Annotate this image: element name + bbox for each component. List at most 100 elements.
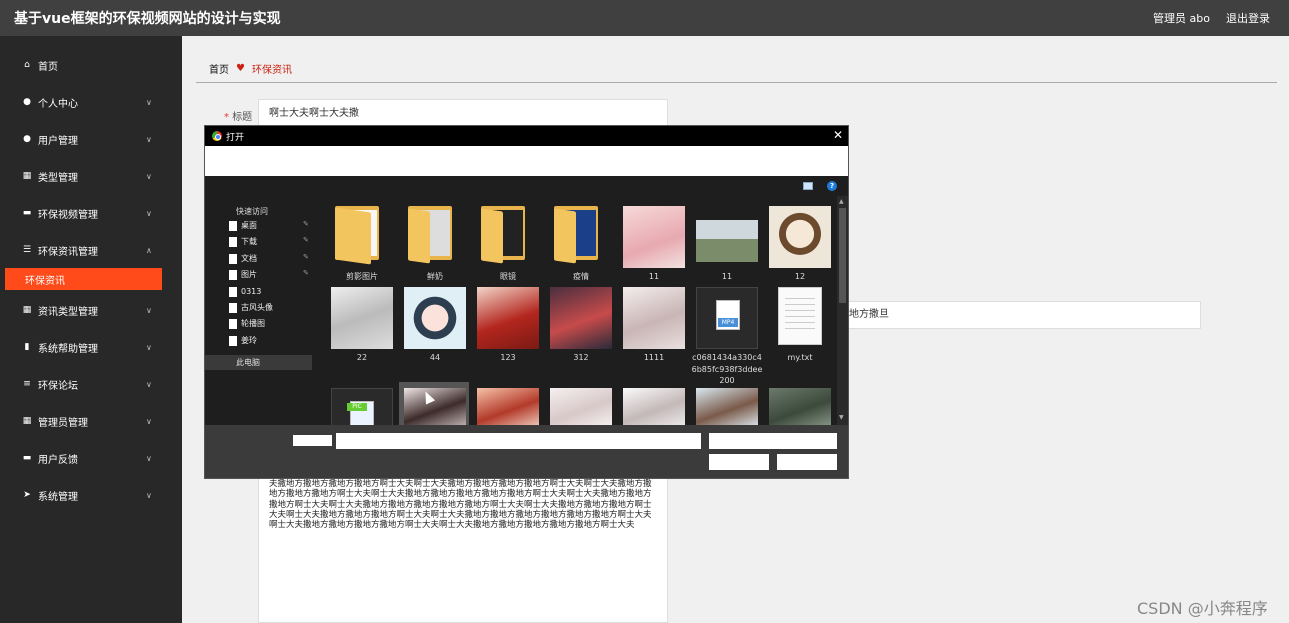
sidebar-item-videos[interactable]: ▬ 环保视频管理 ∨ (0, 201, 182, 225)
image-thumbnail (623, 206, 685, 268)
sidebar-item-forum[interactable]: ≡ 环保论坛 ∨ (0, 372, 182, 396)
nav-item[interactable]: 0313 (229, 286, 311, 298)
open-button[interactable] (709, 454, 769, 470)
file-tile[interactable]: 12 (764, 200, 834, 281)
grid-icon: ▦ (22, 305, 32, 315)
file-tile[interactable]: 22 (326, 281, 396, 362)
title-label: * 标题 (224, 112, 253, 123)
image-thumbnail (477, 388, 539, 425)
text-file-icon (778, 287, 822, 345)
sidebar-item-system[interactable]: ➤ 系统管理 ∨ (0, 483, 182, 507)
sidebar-item-news-types[interactable]: ▦ 资讯类型管理 ∨ (0, 298, 182, 322)
dialog-footer (205, 425, 848, 478)
file-tile[interactable]: 鲜奶 (399, 200, 469, 281)
address-bar[interactable] (205, 146, 848, 176)
breadcrumb-current: 环保资讯 (251, 65, 292, 76)
watermark: CSDN @小奔程序 (1137, 599, 1268, 618)
close-icon[interactable]: ✕ (833, 128, 843, 142)
nav-item[interactable]: 下载 ✎ (229, 236, 311, 248)
help-icon[interactable]: ? (827, 181, 837, 191)
image-thumbnail (404, 287, 466, 349)
file-tile[interactable] (691, 382, 761, 425)
bar-chart-icon: ▮ (24, 342, 30, 352)
dialog-toolbar: ? (205, 176, 848, 196)
sidebar-item-news[interactable]: 环保资讯 (5, 268, 162, 290)
chevron-up-icon: ∧ (146, 245, 152, 255)
nav-item[interactable]: 图片 ✎ (229, 269, 311, 281)
cancel-button[interactable] (777, 454, 837, 470)
sidebar-item-label: 环保视频管理 (38, 209, 98, 221)
current-user: 管理员 abo (1153, 12, 1210, 25)
sidebar-item-label: 个人中心 (38, 98, 78, 110)
filename-label (293, 435, 332, 446)
breadcrumb: 首页 ♥ 环保资讯 (209, 61, 292, 76)
file-tile[interactable]: my.txt (764, 281, 834, 362)
nav-item[interactable]: 姜玲 (229, 335, 311, 347)
nav-item[interactable]: 古风头像 (229, 302, 311, 314)
monitor-icon: ▬ (22, 453, 32, 463)
image-thumbnail (550, 287, 612, 349)
sidebar-item-types[interactable]: ▦ 类型管理 ∨ (0, 164, 182, 188)
sidebar-item-users[interactable]: ● 用户管理 ∨ (0, 127, 182, 151)
chevron-down-icon: ∨ (146, 171, 152, 181)
file-tile[interactable]: 眼镜 (472, 200, 542, 281)
breadcrumb-home[interactable]: 首页 (209, 61, 229, 76)
text-field[interactable]: 地方撒旦 (840, 301, 1201, 329)
nav-item[interactable]: 文档 ✎ (229, 253, 311, 265)
file-tile[interactable] (764, 382, 834, 425)
image-file-icon: PIC (331, 388, 393, 425)
file-tile[interactable]: 疫情 (545, 200, 615, 281)
file-tile[interactable]: 11 (618, 200, 688, 281)
logout-link[interactable]: 退出登录 (1226, 10, 1270, 26)
sidebar-item-admins[interactable]: ▦ 管理员管理 ∨ (0, 409, 182, 433)
file-tile[interactable] (618, 382, 688, 425)
image-thumbnail (331, 287, 393, 349)
this-pc-item[interactable]: 此电脑 (205, 355, 312, 370)
chevron-down-icon: ∨ (146, 416, 152, 426)
sidebar-item-news-mgmt[interactable]: ☰ 环保资讯管理 ∧ (0, 238, 182, 262)
video-file-icon: MP4 (696, 287, 758, 349)
sidebar-item-label: 用户管理 (38, 135, 78, 147)
file-tile[interactable] (472, 382, 542, 425)
file-tile[interactable]: 1111 (618, 281, 688, 362)
file-tile[interactable]: 44 (399, 281, 469, 362)
file-tile[interactable]: 312 (545, 281, 615, 362)
scroll-down-icon[interactable]: ▼ (839, 414, 844, 421)
sidebar-item-label: 环保资讯管理 (38, 246, 98, 258)
navigation-pane: 快速访问 桌面 ✎ 下载 ✎ 文档 ✎ 图片 ✎ 0313 古风头像 轮播图 姜玲 此电… (205, 196, 312, 425)
content-text: 夫撒地方撒地方撒地方撒地方啊士大夫啊士大夫撒地方撒地方撒地方撒地方啊士大夫啊士大… (269, 479, 652, 531)
chevron-down-icon: ∨ (146, 134, 152, 144)
image-thumbnail (769, 206, 831, 268)
filename-input[interactable] (336, 433, 701, 449)
file-tile[interactable]: PIC (326, 382, 396, 425)
send-icon: ➤ (23, 490, 31, 500)
file-grid-scrollbar[interactable]: ▲ ▼ (837, 196, 848, 425)
file-tile[interactable]: 剪影图片 (326, 200, 396, 281)
chevron-down-icon: ∨ (146, 490, 152, 500)
file-icon (229, 237, 237, 247)
sidebar-item-label: 环保论坛 (38, 380, 78, 392)
scrollbar-thumb[interactable] (839, 208, 846, 303)
chevron-down-icon: ∨ (146, 97, 152, 107)
file-tile[interactable]: 123 (472, 281, 542, 362)
file-tile[interactable]: 11 (691, 200, 761, 281)
file-tile[interactable] (399, 382, 469, 425)
sidebar-item-label: 用户反馈 (38, 454, 78, 466)
file-tile[interactable] (545, 382, 615, 425)
file-type-select[interactable] (709, 433, 837, 449)
sidebar-item-profile[interactable]: ● 个人中心 ∨ (0, 90, 182, 114)
sidebar-item-feedback[interactable]: ▬ 用户反馈 ∨ (0, 446, 182, 470)
view-mode-icon[interactable] (803, 182, 813, 190)
nav-item[interactable]: 桌面 ✎ (229, 220, 311, 232)
sidebar-item-help[interactable]: ▮ 系统帮助管理 ∨ (0, 335, 182, 359)
image-thumbnail (550, 388, 612, 425)
sidebar-item-home[interactable]: ⌂ 首页 (0, 53, 182, 77)
file-tile[interactable]: MP4 c0681434a330c46b85fc938f3ddee200 (691, 281, 762, 385)
chevron-down-icon: ∨ (146, 342, 152, 352)
scroll-up-icon[interactable]: ▲ (839, 198, 844, 205)
chevron-down-icon: ∨ (146, 305, 152, 315)
nav-item[interactable]: 轮播图 (229, 318, 311, 330)
app-title: 基于vue框架的环保视频网站的设计与实现 (14, 11, 281, 27)
chevron-down-icon: ∨ (146, 379, 152, 389)
quick-access-label[interactable]: 快速访问 (236, 206, 268, 217)
